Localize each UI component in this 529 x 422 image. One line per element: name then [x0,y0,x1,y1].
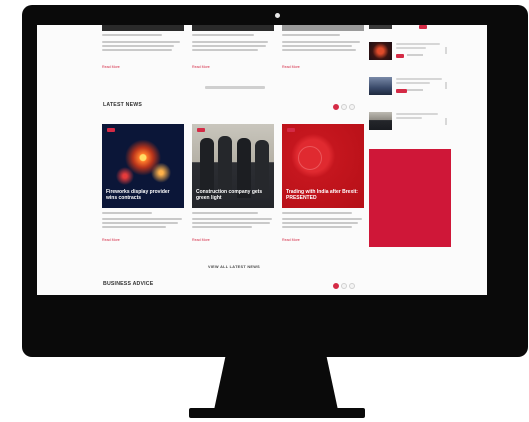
monitor-base [189,408,365,418]
sidebar-article-title[interactable] [396,113,448,119]
read-more-link[interactable]: Read More [192,238,210,242]
section-heading-business-advice: BUSINESS ADVICE [103,281,154,287]
news-card-text-line [192,226,252,228]
sidebar-article-meta [407,89,423,91]
top-article-text-line [102,41,180,43]
sidebar-article-meta [407,54,423,56]
sidebar-article-thumbnail[interactable] [369,25,392,29]
top-article-text-line [192,45,266,47]
latest-news-pager[interactable] [333,104,355,110]
sidebar-article[interactable] [369,112,447,130]
top-article-text-line [282,49,356,51]
read-more-link[interactable]: Read More [102,238,120,242]
category-tag [287,128,295,132]
top-article-text-line [102,45,174,47]
sidebar-article[interactable] [369,25,447,31]
business-advice-pager[interactable] [333,283,355,289]
news-card-text-line [282,222,358,224]
top-article-text-line [282,45,352,47]
top-article-block: Read More [102,25,184,69]
top-article-image [192,25,274,31]
view-all-link-top[interactable] [205,86,265,89]
advertisement-banner[interactable] [369,149,451,247]
news-card-image[interactable]: Trading with India after Brexit: PRESENT… [282,124,364,208]
sidebar-article-tag[interactable] [396,89,407,93]
news-card-text-line [282,226,352,228]
top-article-text-line [282,41,360,43]
news-card-title[interactable]: Fireworks display provider wins contract… [106,189,180,201]
read-more-link[interactable]: Read More [102,65,120,69]
view-all-latest-news-link[interactable]: VIEW ALL LATEST NEWS [208,265,260,269]
pager-dot[interactable] [341,104,347,110]
category-tag [197,128,205,132]
news-card-text-line [282,218,362,220]
read-more-link[interactable]: Read More [282,65,300,69]
webcam-dot [275,13,280,18]
top-article-image [102,25,184,31]
pager-dot[interactable] [349,283,355,289]
top-article-text-line [192,49,258,51]
news-card[interactable]: Construction company gets green light Re… [192,124,274,242]
sidebar-article[interactable] [369,42,447,60]
news-card-text-line [102,222,178,224]
pager-dot[interactable] [333,283,339,289]
sidebar-article-thumbnail[interactable] [369,112,392,130]
news-card-text-line [102,218,182,220]
top-article-meta [282,34,340,36]
sidebar-divider [445,82,447,89]
top-article-meta [192,34,254,36]
news-card-text-line [102,226,166,228]
top-article-block: Read More [282,25,364,69]
sidebar-divider [445,118,447,125]
sidebar-divider [445,47,447,54]
pager-dot[interactable] [333,104,339,110]
pager-dot[interactable] [341,283,347,289]
news-card-image[interactable]: Construction company gets green light [192,124,274,208]
sidebar-article-title[interactable] [396,78,448,84]
sidebar-article-tag[interactable] [419,25,427,29]
sidebar-article-thumbnail[interactable] [369,77,392,95]
read-more-link[interactable]: Read More [192,65,210,69]
top-article-meta [102,34,162,36]
sidebar-article-tag[interactable] [396,54,404,58]
sidebar-article[interactable] [369,77,447,95]
news-card-title[interactable]: Trading with India after Brexit: PRESENT… [286,189,360,201]
news-card-title[interactable]: Construction company gets green light [196,189,270,201]
section-heading-latest-news: LATEST NEWS [103,102,142,108]
news-card-image[interactable]: Fireworks display provider wins contract… [102,124,184,208]
top-article-block: Read More [192,25,274,69]
sidebar-article-title[interactable] [396,43,448,49]
news-card-text-line [192,222,270,224]
news-card-meta [192,212,258,214]
read-more-link[interactable]: Read More [282,238,300,242]
website-screen: Read More Read More Read More LATEST NEW… [37,25,487,295]
news-card-meta [282,212,352,214]
pager-dot[interactable] [349,104,355,110]
news-card-text-line [192,218,272,220]
sidebar-article-thumbnail[interactable] [369,42,392,60]
top-article-image [282,25,364,31]
news-card[interactable]: Trading with India after Brexit: PRESENT… [282,124,364,242]
category-tag [107,128,115,132]
monitor-stand [214,352,338,410]
news-card-meta [102,212,152,214]
top-article-text-line [192,41,268,43]
news-card[interactable]: Fireworks display provider wins contract… [102,124,184,242]
top-article-text-line [102,49,172,51]
